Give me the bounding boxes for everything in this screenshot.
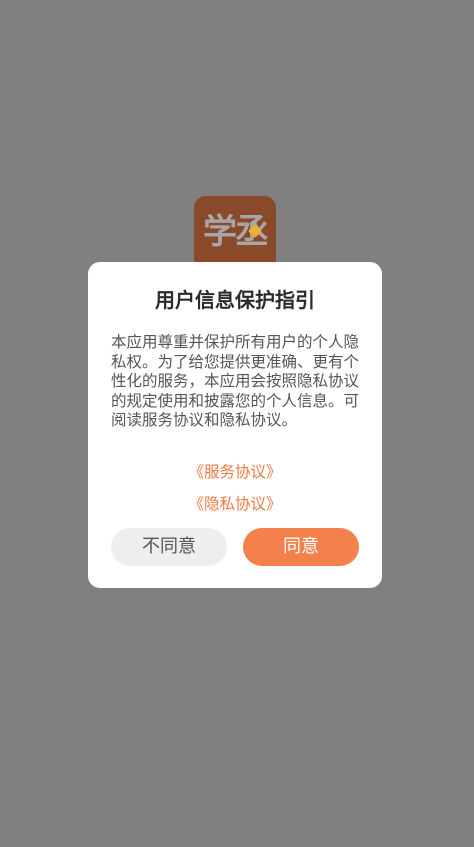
privacy-dialog: 用户信息保护指引 本应用尊重并保护所有用户的个人隐私权。为了给您提供更准确、更有…	[88, 262, 382, 588]
app-logo-text: 学丞	[203, 212, 269, 252]
screen-overlay: 学丞 用户信息保护指引 本应用尊重并保护所有用户的个人隐私权。为了给您提供更准确…	[0, 0, 474, 847]
dialog-body-text: 本应用尊重并保护所有用户的个人隐私权。为了给您提供更准确、更有个性化的服务，本应…	[111, 333, 360, 429]
service-agreement-link[interactable]: 《服务协议》	[88, 461, 382, 483]
privacy-agreement-link[interactable]: 《隐私协议》	[88, 493, 382, 515]
agree-button[interactable]: 同意	[243, 528, 359, 566]
dialog-title: 用户信息保护指引	[155, 288, 315, 312]
disagree-button[interactable]: 不同意	[111, 528, 227, 566]
